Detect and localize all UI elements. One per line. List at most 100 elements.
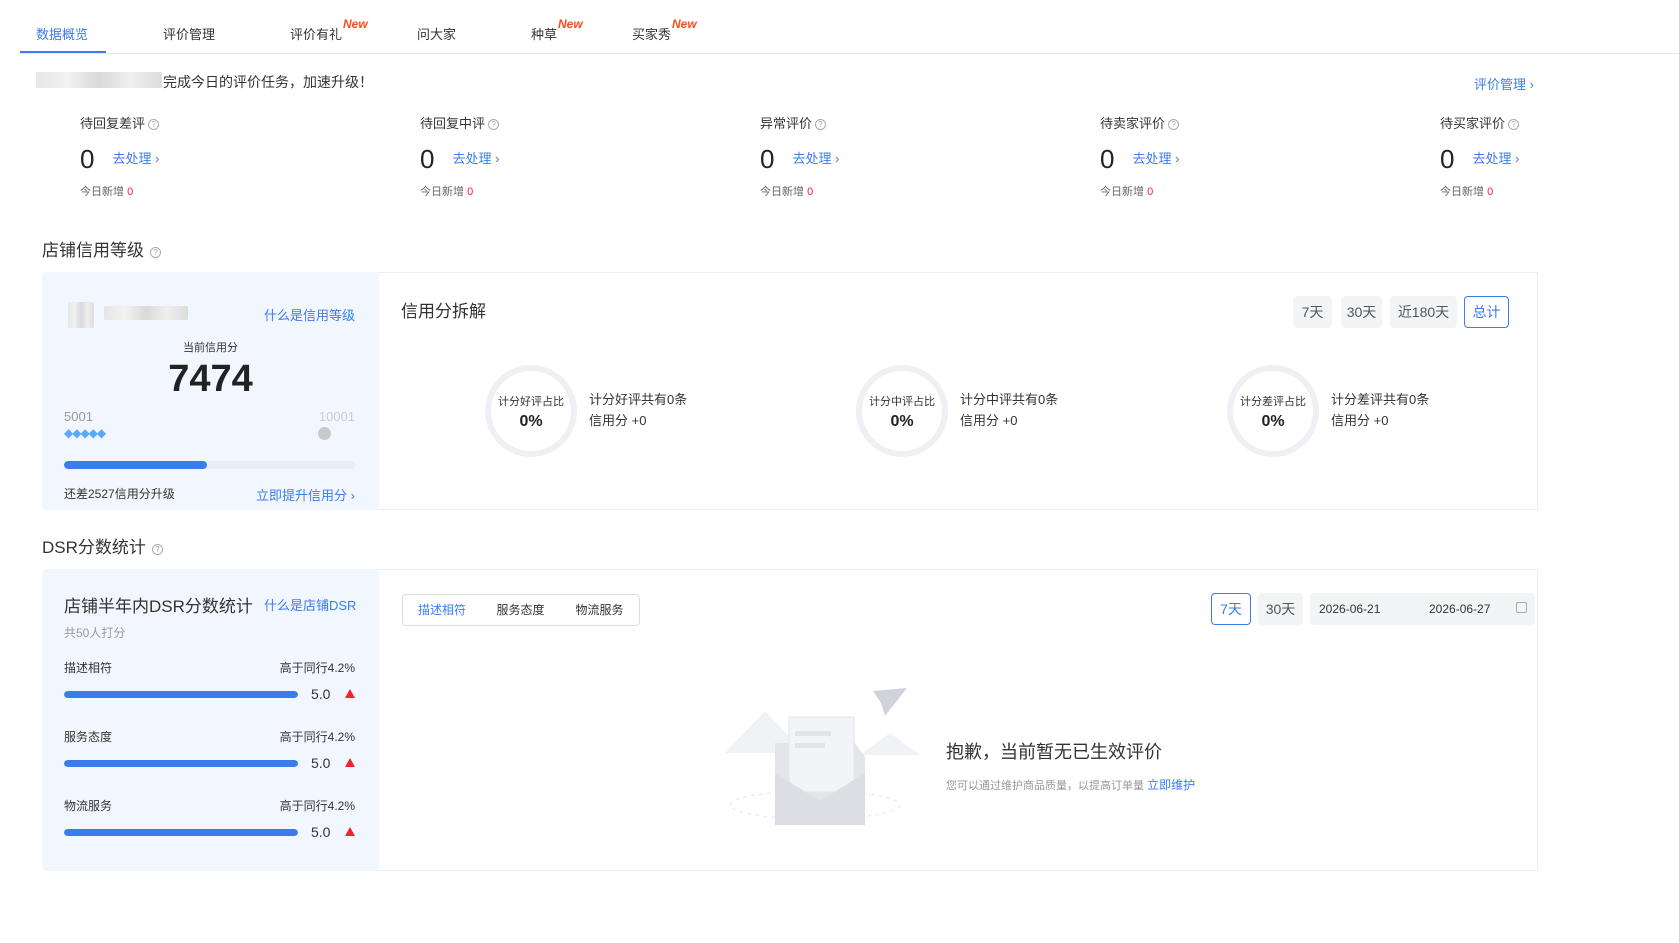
dsr-item-label: 描述相符 (64, 661, 113, 675)
tab-buyer-show[interactable]: 买家秀 New (632, 17, 697, 43)
help-icon[interactable]: ? (151, 544, 163, 555)
metric-label: 异常评价? (760, 113, 839, 132)
segment-logistics-service[interactable]: 物流服务 (560, 594, 640, 626)
ring-value: 0% (519, 413, 543, 430)
dsr-item-label: 物流服务 (64, 799, 113, 813)
go-handle-link[interactable]: 去处理 › (452, 151, 499, 166)
metric-value: 0 (420, 144, 435, 174)
dsr-item-bar (64, 691, 298, 698)
help-icon[interactable]: ? (815, 119, 827, 130)
dsr-item-score: 5.0 (311, 824, 331, 840)
date-end: 2026-06-27 (1429, 602, 1491, 616)
metric-abnormal-review: 异常评价? 0 去处理 › 今日新增 0 (760, 113, 839, 199)
tab-review-gift[interactable]: 评价有礼 New (290, 17, 368, 43)
dsr-item-compare: 高于同行4.2% (279, 661, 355, 675)
help-icon[interactable]: ? (488, 119, 500, 130)
segment-service-attitude[interactable]: 服务态度 (481, 594, 561, 626)
date-start: 2026-06-21 (1319, 602, 1381, 616)
ring-label: 计分好评占比 (498, 396, 564, 408)
go-handle-link[interactable]: 去处理 › (1132, 151, 1179, 166)
neutral-ratio-ring: 计分中评占比 0% (856, 365, 948, 457)
what-is-credit-level-link[interactable]: 什么是信用等级 (264, 305, 355, 324)
metric-value: 0 (760, 144, 775, 174)
help-icon[interactable]: ? (1508, 119, 1520, 130)
maintain-now-link[interactable]: 立即维护 (1147, 778, 1195, 792)
tab-ask-everyone[interactable]: 问大家 (417, 24, 456, 43)
blurred-shop-name (36, 72, 162, 88)
today-new: 今日新增 0 (1100, 186, 1154, 198)
dsr-item-score: 5.0 (311, 755, 331, 771)
help-icon[interactable]: ? (150, 247, 161, 258)
empty-state-desc: 您可以通过维护商品质量，以提高订单量 立即维护 (946, 778, 1196, 792)
task-banner-text: 完成今日的评价任务，加速升级！ (163, 74, 373, 90)
metric-label: 待卖家评价? (1100, 113, 1180, 132)
metric-pending-neutral: 待回复中评? 0 去处理 › 今日新增 0 (420, 113, 499, 199)
negative-ratio-ring: 计分差评占比 0% (1227, 365, 1319, 457)
new-badge: New (343, 17, 368, 31)
period-30d-button[interactable]: 30天 (1341, 296, 1382, 328)
improve-credit-link[interactable]: 立即提升信用分 › (256, 485, 355, 504)
blurred-shop-name (104, 306, 188, 320)
up-arrow-icon (345, 827, 355, 836)
dsr-item-compare: 高于同行4.2% (279, 730, 355, 744)
dsr-item-bar (64, 760, 298, 767)
go-handle-link[interactable]: 去处理 › (112, 151, 159, 166)
today-new: 今日新增 0 (420, 186, 474, 198)
neutral-ring-text: 计分中评共有0条 信用分 +0 (960, 392, 1059, 428)
active-tab-indicator (20, 51, 106, 53)
credit-gap-text: 还差2527信用分升级 (64, 487, 175, 501)
up-arrow-icon (345, 758, 355, 767)
period-180d-button[interactable]: 近180天 (1390, 296, 1457, 328)
help-icon[interactable]: ? (148, 119, 160, 130)
ring-label: 计分中评占比 (869, 396, 935, 408)
metric-value: 0 (1100, 144, 1115, 174)
period-total-button[interactable]: 总计 (1464, 296, 1509, 328)
metric-pending-seller: 待卖家评价? 0 去处理 › 今日新增 0 (1100, 113, 1179, 199)
dsr-item-bar (64, 829, 298, 836)
today-new: 今日新增 0 (80, 186, 134, 198)
metric-label: 待买家评价? (1440, 113, 1520, 132)
go-handle-link[interactable]: 去处理 › (1472, 151, 1519, 166)
empty-state-title: 抱歉，当前暂无已生效评价 (946, 742, 1162, 762)
tab-label: 评价有礼 (290, 27, 343, 42)
tab-seeding[interactable]: 种草 New (531, 17, 583, 43)
dsr-item-label: 服务态度 (64, 730, 113, 744)
today-new: 今日新增 0 (1440, 186, 1494, 198)
dsr-period-30d-button[interactable]: 30天 (1258, 593, 1303, 625)
metric-pending-buyer: 待买家评价? 0 去处理 › 今日新增 0 (1440, 113, 1519, 199)
metric-pending-negative: 待回复差评? 0 去处理 › 今日新增 0 (80, 113, 159, 199)
credit-section-title: 店铺信用等级? (42, 236, 161, 261)
what-is-dsr-link[interactable]: 什么是店铺DSR (264, 595, 356, 614)
metric-value: 0 (1440, 144, 1455, 174)
negative-ring-text: 计分差评共有0条 信用分 +0 (1331, 392, 1430, 428)
tab-label: 买家秀 (632, 27, 672, 42)
tab-data-overview[interactable]: 数据概览 (36, 24, 88, 43)
avatar (68, 302, 94, 328)
date-range-picker[interactable]: 2026-06-21 2026-06-27 (1310, 593, 1535, 625)
dsr-section-title: DSR分数统计? (42, 533, 163, 558)
review-management-link[interactable]: 评价管理 › (1474, 74, 1534, 93)
crown-icon (318, 427, 331, 440)
credit-score: 7474 (168, 358, 253, 400)
metric-label: 待回复差评? (80, 113, 160, 132)
positive-ratio-ring: 计分好评占比 0% (485, 365, 577, 457)
ring-value: 0% (1261, 413, 1285, 430)
dsr-period-7d-button[interactable]: 7天 (1211, 593, 1251, 625)
go-handle-link[interactable]: 去处理 › (792, 151, 839, 166)
dsr-item-bar-fill (64, 691, 298, 698)
period-7d-button[interactable]: 7天 (1293, 296, 1332, 328)
empty-mail-illustration (725, 688, 920, 825)
dsr-item-bar-fill (64, 829, 298, 836)
dsr-item-bar-fill (64, 760, 298, 767)
new-badge: New (558, 17, 583, 31)
segment-description-match[interactable]: 描述相符 (402, 594, 482, 626)
metric-label: 待回复中评? (420, 113, 500, 132)
today-new: 今日新增 0 (760, 186, 814, 198)
help-icon[interactable]: ? (1168, 119, 1180, 130)
breakdown-title: 信用分拆解 (401, 302, 486, 321)
credit-progress-fill (64, 461, 208, 469)
calendar-icon (1516, 602, 1527, 613)
dsr-item-score: 5.0 (311, 686, 331, 702)
tab-review-management[interactable]: 评价管理 (163, 24, 215, 43)
dsr-summary-card: 店铺半年内DSR分数统计 什么是店铺DSR 共50人打分 描述相符 高于同行4.… (42, 569, 379, 871)
